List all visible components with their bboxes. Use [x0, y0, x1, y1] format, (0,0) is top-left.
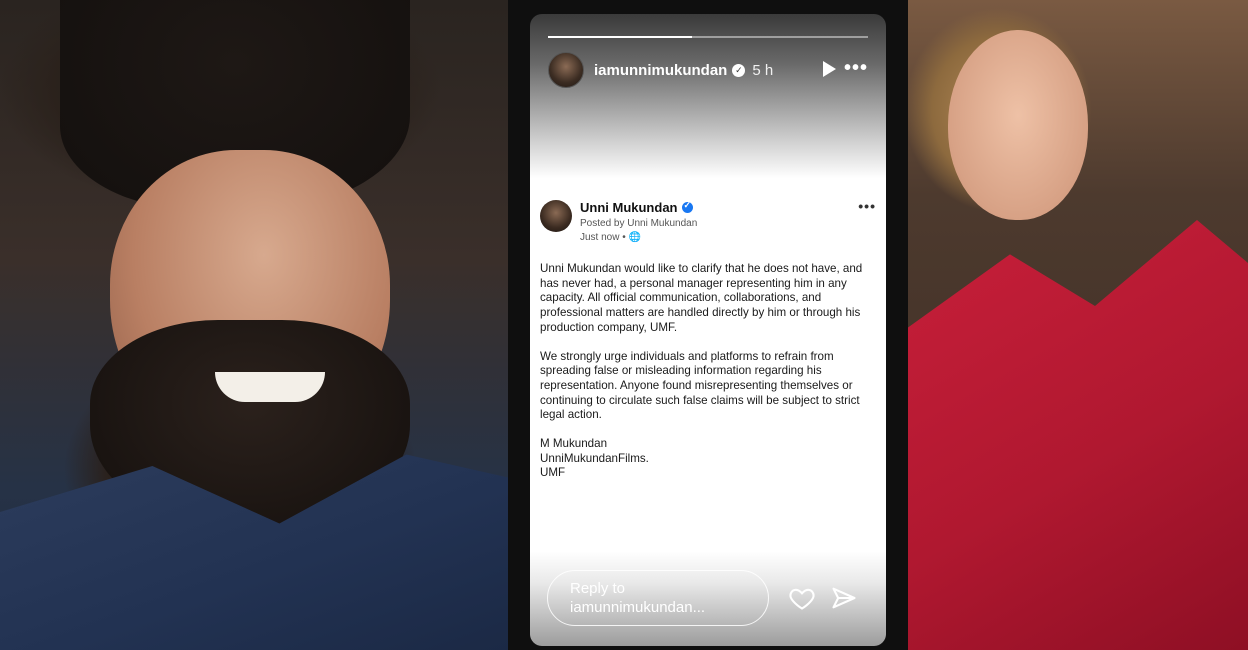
story-timestamp: 5 h — [752, 61, 774, 79]
post-avatar — [540, 200, 572, 232]
send-icon[interactable] — [830, 584, 858, 612]
post-author-name: Unni Mukundan — [580, 200, 678, 215]
post-signature: M Mukundan UnniMukundanFilms. UMF — [540, 437, 876, 481]
post-more-icon: ••• — [858, 198, 876, 214]
story-panel: iamunnimukundan ✓ 5 h ••• Unni Mukundan … — [508, 0, 908, 650]
post-paragraph-2: We strongly urge individuals and platfor… — [540, 349, 860, 422]
smile-shape — [215, 372, 325, 402]
signature-line: UnniMukundanFilms. — [540, 451, 649, 465]
story-card: iamunnimukundan ✓ 5 h ••• Unni Mukundan … — [530, 14, 886, 646]
verified-badge-icon — [681, 200, 693, 213]
signature-line: M Mukundan — [540, 437, 608, 451]
post-time-text: Just now • — [580, 232, 629, 243]
post-paragraph-1: Unni Mukundan would like to clarify that… — [540, 262, 863, 334]
story-username[interactable]: iamunnimukundan — [594, 62, 727, 79]
post-time: Just now • 🌐 — [580, 232, 641, 243]
dress-shape — [908, 220, 1248, 650]
story-progress-bar — [548, 36, 868, 38]
reply-input[interactable]: Reply to iamunnimukundan... — [547, 570, 769, 626]
globe-icon: 🌐 — [628, 232, 641, 243]
post-author: Unni Mukundan — [580, 200, 693, 215]
face-shape — [948, 30, 1088, 220]
story-progress-fill — [548, 36, 692, 38]
story-header: iamunnimukundan ✓ 5 h ••• — [548, 52, 868, 88]
left-photo — [0, 0, 508, 650]
signature-line: UMF — [540, 466, 566, 480]
verified-badge-icon: ✓ — [732, 63, 746, 77]
post-body: Unni Mukundan would like to clarify that… — [540, 262, 876, 481]
play-icon[interactable] — [823, 61, 836, 77]
heart-icon[interactable] — [788, 584, 816, 612]
post-posted-by: Posted by Unni Mukundan — [580, 218, 698, 229]
avatar[interactable] — [548, 52, 584, 88]
more-options-icon[interactable]: ••• — [844, 58, 868, 78]
right-photo — [908, 0, 1248, 650]
